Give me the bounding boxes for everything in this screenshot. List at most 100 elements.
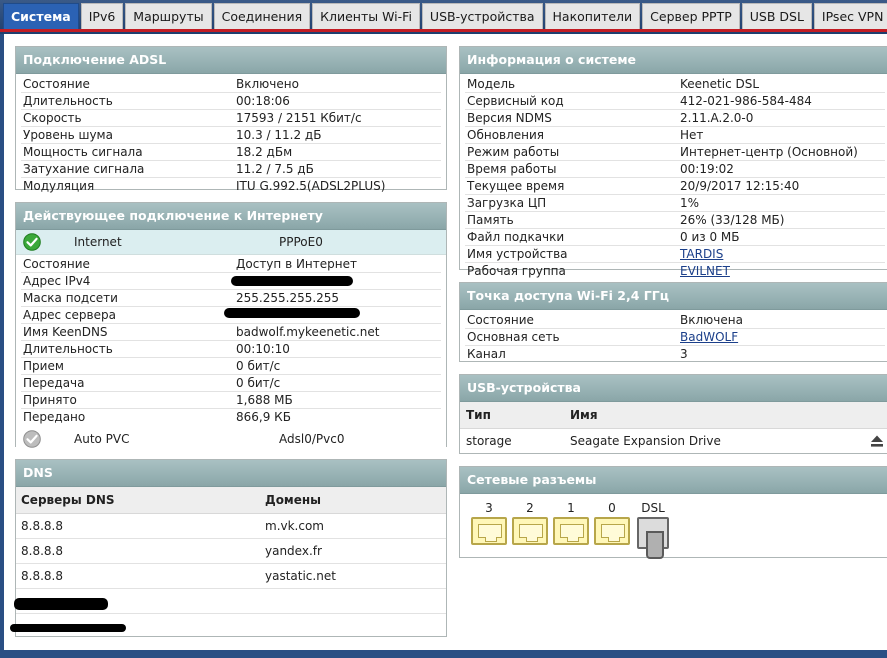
tab-9[interactable]: IPsec VPN — [813, 3, 887, 29]
info-label: Сервисный код — [467, 94, 564, 108]
connection-row-internet[interactable]: Internet PPPoE0 — [16, 230, 446, 255]
tab-7[interactable]: Сервер PPTP — [642, 3, 740, 29]
wifi-info-list: Состояние Включена Основная сеть BadWOLF Кан… — [460, 310, 887, 362]
tab-4[interactable]: Клиенты Wi-Fi — [312, 3, 420, 29]
info-value: 00:19:02 — [680, 162, 734, 176]
info-label: Уровень шума — [23, 128, 113, 142]
connection-name: Auto PVC — [74, 432, 130, 446]
tab-2[interactable]: Маршруты — [125, 3, 212, 29]
tab-bar-underline — [0, 29, 887, 32]
port-lan[interactable]: 0 — [592, 501, 632, 545]
info-row: Сервисный код 412-021-986-584-484 — [465, 93, 885, 110]
info-row: Мощность сигнала 18.2 дБм — [21, 144, 441, 161]
eject-icon[interactable] — [870, 434, 884, 448]
port-dsl[interactable]: DSL — [633, 501, 673, 559]
info-label: Затухание сигнала — [23, 162, 145, 176]
port-socket — [519, 524, 543, 542]
info-value: 866,9 КБ — [236, 410, 291, 424]
tab-0[interactable]: Система — [3, 3, 79, 29]
port-lan[interactable]: 2 — [510, 501, 550, 545]
info-value: 11.2 / 7.5 дБ — [236, 162, 314, 176]
panel-title: Информация о системе — [460, 47, 887, 74]
dns-server: 8.8.8.8 — [21, 569, 63, 583]
tab-6[interactable]: Накопители — [544, 3, 641, 29]
redaction-mark — [10, 624, 126, 632]
connection-name: Internet — [74, 235, 122, 249]
info-label: Передано — [23, 410, 86, 424]
port-socket — [601, 524, 625, 542]
info-value: 412-021-986-584-484 — [680, 94, 812, 108]
panel-title: Действующее подключение к Интернету — [16, 203, 446, 230]
dns-domain: m.vk.com — [265, 519, 324, 533]
info-row: Файл подкачки 0 из 0 МБ — [465, 229, 885, 246]
info-label: Рабочая группа — [467, 264, 566, 278]
port-socket — [478, 524, 502, 542]
info-value: 20/9/2017 12:15:40 — [680, 179, 800, 193]
info-label: Адрес сервера — [23, 308, 116, 322]
column-header-type: Тип — [466, 408, 491, 422]
panel-title: Сетевые разъемы — [460, 467, 887, 494]
ethernet-port-icon — [553, 517, 589, 545]
dns-row: 8.8.8.8 m.vk.com — [16, 514, 446, 539]
info-label: Текущее время — [467, 179, 565, 193]
column-header-servers: Серверы DNS — [21, 493, 115, 507]
info-label: Модуляция — [23, 179, 95, 193]
ethernet-port-icon — [471, 517, 507, 545]
info-value: Включена — [680, 313, 743, 327]
info-row: Имя KeenDNS badwolf.mykeenetic.net — [21, 324, 441, 341]
info-label: Мощность сигнала — [23, 145, 143, 159]
tab-5[interactable]: USB-устройства — [421, 3, 543, 29]
info-row: Модуляция ITU G.992.5(ADSL2PLUS) — [21, 178, 441, 194]
info-label: Обновления — [467, 128, 545, 142]
dsl-port-icon — [637, 517, 669, 559]
usb-device-row: storage Seagate Expansion Drive — [460, 429, 887, 453]
info-label: Состояние — [23, 77, 90, 91]
plugged-cable-icon — [646, 531, 664, 559]
panel-title: DNS — [16, 460, 446, 487]
dns-table-body: 8.8.8.8 m.vk.com 8.8.8.8 yandex.fr 8.8.8.8 ya… — [16, 514, 446, 638]
port-label: 2 — [526, 501, 534, 515]
check-circle-grey-icon — [23, 430, 41, 448]
info-value[interactable]: EVILNET — [680, 263, 730, 279]
info-row: Длительность 00:18:06 — [21, 93, 441, 110]
port-label: DSL — [641, 501, 665, 515]
dns-table-header: Серверы DNS Домены — [16, 487, 446, 514]
info-label: Длительность — [23, 94, 113, 108]
tab-8[interactable]: USB DSL — [741, 3, 812, 29]
info-value: badwolf.mykeenetic.net — [236, 325, 380, 339]
info-label: Маска подсети — [23, 291, 118, 305]
port-lan[interactable]: 3 — [469, 501, 509, 545]
dns-server: 8.8.8.8 — [21, 544, 63, 558]
info-row: Состояние Включена — [465, 312, 885, 329]
info-value: Keenetic DSL — [680, 77, 760, 91]
adsl-panel: Подключение ADSL Состояние Включено Длител… — [15, 46, 447, 193]
usb-device-type: storage — [466, 434, 512, 448]
system-info-list: Модель Keenetic DSL Сервисный код 412-021-9… — [460, 74, 887, 279]
ethernet-port-icon — [594, 517, 630, 545]
info-value: Нет — [680, 128, 704, 142]
info-label: Время работы — [467, 162, 557, 176]
tab-3[interactable]: Соединения — [213, 3, 311, 29]
port-lan[interactable]: 1 — [551, 501, 591, 545]
info-value: 0 бит/с — [236, 376, 281, 390]
port-socket — [560, 524, 584, 542]
info-value: ITU G.992.5(ADSL2PLUS) — [236, 179, 386, 193]
port-label: 1 — [567, 501, 575, 515]
info-row: Текущее время 20/9/2017 12:15:40 — [465, 178, 885, 195]
info-row: Модель Keenetic DSL — [465, 76, 885, 93]
info-value[interactable]: BadWOLF — [680, 329, 738, 345]
frame-left-border — [0, 34, 4, 658]
info-row: Канал 3 — [465, 346, 885, 362]
tab-1[interactable]: IPv6 — [80, 3, 124, 29]
connection-row-auto-pvc[interactable]: Auto PVC Adsl0/Pvc0 — [16, 427, 446, 451]
info-value[interactable]: TARDIS — [680, 246, 723, 262]
info-row: Уровень шума 10.3 / 11.2 дБ — [21, 127, 441, 144]
info-row: Затухание сигнала 11.2 / 7.5 дБ — [21, 161, 441, 178]
usb-device-name: Seagate Expansion Drive — [570, 434, 721, 448]
info-label: Версия NDMS — [467, 111, 552, 125]
info-value: 0 из 0 МБ — [680, 230, 740, 244]
info-label: Адрес IPv4 — [23, 274, 91, 288]
info-value: Включено — [236, 77, 299, 91]
info-label: Файл подкачки — [467, 230, 565, 244]
info-row: Маска подсети 255.255.255.255 — [21, 290, 441, 307]
